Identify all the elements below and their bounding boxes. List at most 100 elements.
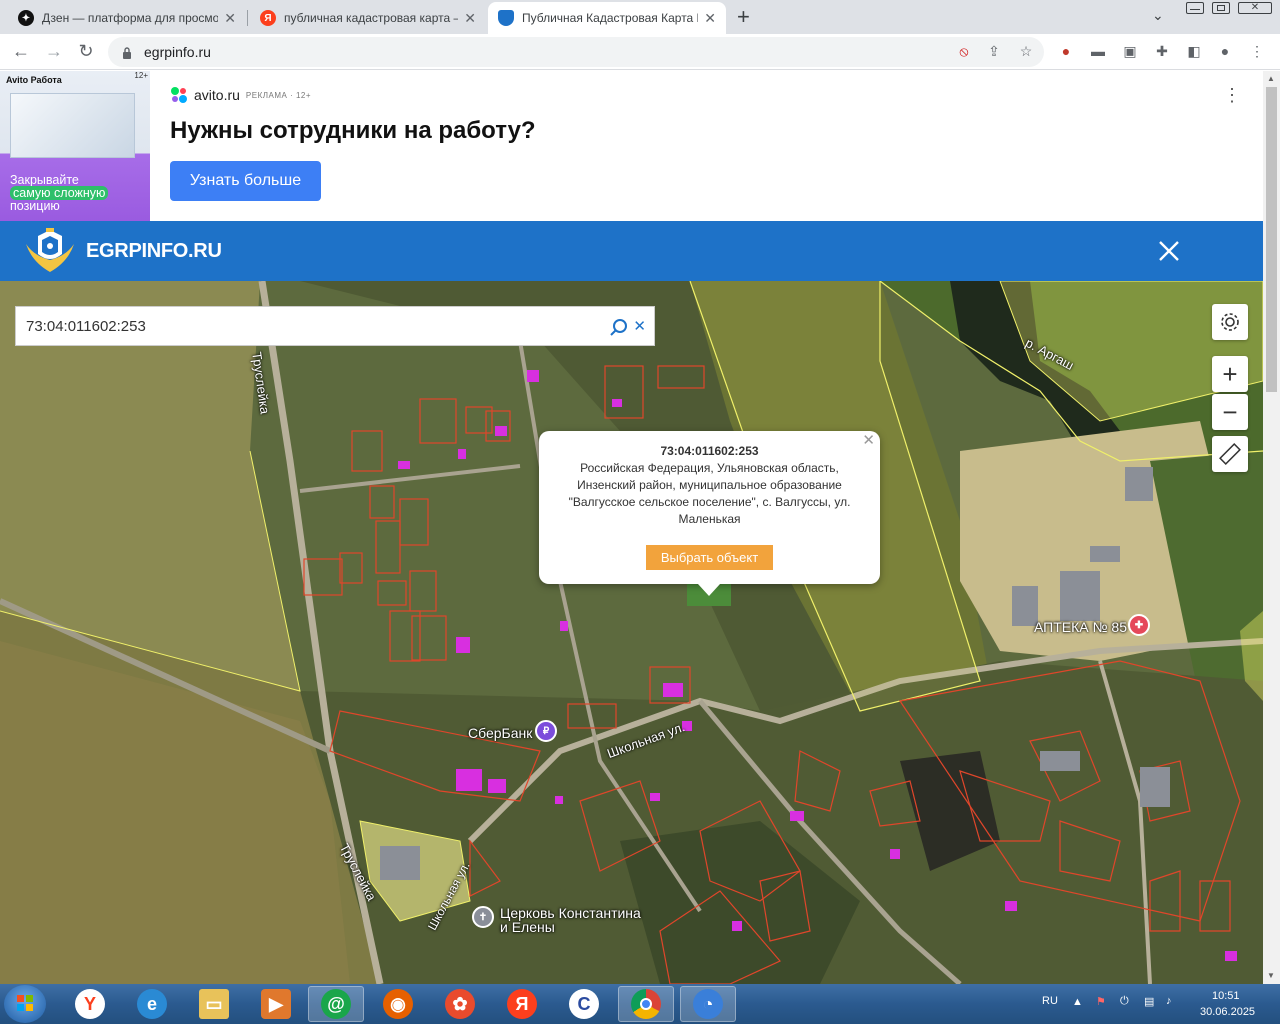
clock-date[interactable]: 30.06.2025 bbox=[1200, 1006, 1255, 1018]
browser-toolbar: ← → ↻ egrpinfo.ru ⦸ ⇪ ☆ ● ▬ ▣ ✚ ◧ ● ⋮ bbox=[0, 34, 1280, 70]
scroll-down-icon[interactable]: ▼ bbox=[1267, 971, 1275, 980]
close-tab-icon[interactable]: ✕ bbox=[224, 10, 236, 27]
clear-search-icon[interactable]: ✕ bbox=[633, 317, 646, 335]
close-icon[interactable] bbox=[1156, 238, 1182, 264]
ad-site-name: avito.ru bbox=[194, 87, 240, 103]
clock-time[interactable]: 10:51 bbox=[1212, 990, 1240, 1002]
taskbar-internet-explorer[interactable]: e bbox=[124, 986, 180, 1022]
ad-headline[interactable]: Нужны сотрудники на работу? bbox=[170, 117, 536, 145]
yandex-icon: Я bbox=[507, 989, 537, 1019]
tab-title: публичная кадастровая карта — bbox=[284, 11, 459, 25]
share-icon[interactable]: ⇪ bbox=[985, 43, 1003, 61]
bookmark-star-icon[interactable]: ☆ bbox=[1017, 43, 1035, 61]
volume-icon[interactable]: ♪ bbox=[1166, 995, 1172, 1007]
parcel-info-popup: ✕ 73:04:011602:253 Российская Федерация,… bbox=[539, 431, 880, 596]
ad-menu-icon[interactable]: ⋮ bbox=[1223, 85, 1241, 106]
start-button[interactable] bbox=[4, 985, 46, 1023]
close-popup-icon[interactable]: ✕ bbox=[862, 432, 875, 449]
taskbar-chrome[interactable] bbox=[618, 986, 674, 1022]
avito-logo-icon bbox=[170, 86, 188, 104]
extension-icon[interactable]: ▣ bbox=[1121, 43, 1139, 61]
page-scrollbar[interactable]: ▲ ▼ bbox=[1263, 71, 1280, 984]
mail-at-icon: @ bbox=[321, 989, 351, 1019]
browser-menu-icon[interactable]: ⋮ bbox=[1248, 43, 1266, 61]
reload-button[interactable]: ↻ bbox=[75, 41, 97, 62]
ad-cta-button[interactable]: Узнать больше bbox=[170, 161, 321, 201]
language-indicator[interactable]: RU bbox=[1042, 995, 1058, 1007]
popup-cadastral-number: 73:04:011602:253 bbox=[660, 444, 759, 458]
folder-icon: ▭ bbox=[199, 989, 229, 1019]
zoom-out-button[interactable]: − bbox=[1212, 394, 1248, 430]
bank-label[interactable]: СберБанк bbox=[468, 725, 532, 741]
taskbar-yandex-browser[interactable]: Y bbox=[62, 986, 118, 1022]
popup-address: Российская Федерация, Ульяновская област… bbox=[568, 461, 851, 526]
browser-tab-yandex[interactable]: Я публичная кадастровая карта — ✕ bbox=[250, 2, 486, 34]
taskbar-app[interactable]: ✿ bbox=[432, 986, 488, 1022]
ad-image-illustration bbox=[10, 93, 135, 158]
ad-image[interactable]: Avito Работа 12+ Закрывайте самую сложну… bbox=[0, 71, 150, 221]
pharmacy-label[interactable]: АПТЕКА № 85 bbox=[1034, 619, 1127, 635]
side-panel-icon[interactable]: ◧ bbox=[1185, 43, 1203, 61]
ad-image-age: 12+ bbox=[134, 71, 148, 80]
ad-label: РЕКЛАМА · 12+ bbox=[245, 90, 312, 100]
address-bar[interactable]: egrpinfo.ru bbox=[108, 37, 1044, 67]
firefox-icon: ◉ bbox=[383, 989, 413, 1019]
search-icon[interactable] bbox=[610, 318, 628, 336]
back-button[interactable]: ← bbox=[10, 41, 32, 62]
taskbar-mail-agent[interactable]: @ bbox=[308, 986, 364, 1022]
show-hidden-icons[interactable]: ▲ bbox=[1072, 996, 1083, 1008]
forward-button[interactable]: → bbox=[43, 41, 65, 62]
taskbar-ccleaner[interactable]: C bbox=[556, 986, 612, 1022]
taskbar-media-player[interactable]: ▶ bbox=[248, 986, 304, 1022]
taskbar-file-explorer[interactable]: ▭ bbox=[186, 986, 242, 1022]
app-icon: ◔ bbox=[693, 989, 723, 1019]
extension-icon[interactable]: ● bbox=[1057, 43, 1075, 61]
profile-avatar-icon[interactable]: ● bbox=[1216, 43, 1234, 61]
minimize-button[interactable] bbox=[1186, 2, 1204, 14]
media-player-icon: ▶ bbox=[261, 989, 291, 1019]
tab-search-icon[interactable]: ⌄ bbox=[1152, 7, 1164, 24]
lock-icon bbox=[122, 46, 132, 59]
yandex-icon: Я bbox=[260, 10, 276, 26]
chrome-icon bbox=[631, 989, 661, 1019]
site-name[interactable]: EGRPINFO.RU bbox=[86, 240, 222, 263]
close-tab-icon[interactable]: ✕ bbox=[704, 10, 716, 27]
new-tab-button[interactable]: + bbox=[737, 4, 750, 30]
site-header: EGRPINFO.RU bbox=[0, 221, 1263, 281]
update-icon[interactable]: ⏻ bbox=[1120, 995, 1129, 1008]
blocked-content-icon[interactable]: ⦸ bbox=[955, 43, 973, 61]
cadastral-map[interactable]: 73:04:011602:253 ✕ + − ✕ 73:04:011602:25… bbox=[0, 281, 1263, 984]
close-tab-icon[interactable]: ✕ bbox=[464, 10, 476, 27]
flower-app-icon: ✿ bbox=[445, 989, 475, 1019]
scrollbar-thumb[interactable] bbox=[1266, 87, 1277, 392]
pharmacy-icon[interactable]: ✚ bbox=[1128, 614, 1150, 636]
taskbar-app-active[interactable]: ◔ bbox=[680, 986, 736, 1022]
url-text: egrpinfo.ru bbox=[144, 44, 211, 60]
shield-icon bbox=[498, 10, 514, 26]
taskbar-firefox[interactable]: ◉ bbox=[370, 986, 426, 1022]
ccleaner-icon: C bbox=[569, 989, 599, 1019]
extensions-puzzle-icon[interactable]: ✚ bbox=[1153, 43, 1171, 61]
action-center-flag-icon[interactable]: ⚑ bbox=[1096, 995, 1106, 1008]
select-object-button[interactable]: Выбрать объект bbox=[646, 545, 773, 570]
ad-banner[interactable]: Avito Работа 12+ Закрывайте самую сложну… bbox=[0, 71, 1263, 221]
close-window-button[interactable]: ✕ bbox=[1238, 2, 1272, 14]
ruler-measure-icon[interactable] bbox=[1212, 436, 1248, 472]
ad-image-caption: Закрывайте самую сложную позицию bbox=[10, 174, 109, 213]
browser-tab-active[interactable]: Публичная Кадастровая Карта Р ✕ bbox=[488, 2, 726, 34]
zoom-in-button[interactable]: + bbox=[1212, 356, 1248, 392]
bank-icon[interactable]: ₽ bbox=[535, 720, 557, 742]
windows-taskbar: Y e ▭ ▶ @ ◉ ✿ Я C ◔ RU ▲ ⚑ ⏻ ▤ ♪ 10:51 3… bbox=[0, 984, 1280, 1024]
extension-icon[interactable]: ▬ bbox=[1089, 43, 1107, 61]
network-icon[interactable]: ▤ bbox=[1144, 995, 1154, 1008]
site-logo-icon[interactable] bbox=[22, 226, 78, 276]
restore-button[interactable] bbox=[1212, 2, 1230, 14]
browser-tab-dzen[interactable]: ✦ Дзен — платформа для просмотра ✕ bbox=[8, 2, 246, 34]
scroll-up-icon[interactable]: ▲ bbox=[1267, 74, 1275, 83]
church-icon[interactable]: ✝ bbox=[472, 906, 494, 928]
church-label[interactable]: Церковь Константина и Елены bbox=[500, 906, 650, 934]
cadastral-search-input[interactable]: 73:04:011602:253 ✕ bbox=[15, 306, 655, 346]
taskbar-yandex[interactable]: Я bbox=[494, 986, 550, 1022]
tab-title: Дзен — платформа для просмотра bbox=[42, 11, 219, 25]
map-settings-gear-icon[interactable] bbox=[1212, 304, 1248, 340]
